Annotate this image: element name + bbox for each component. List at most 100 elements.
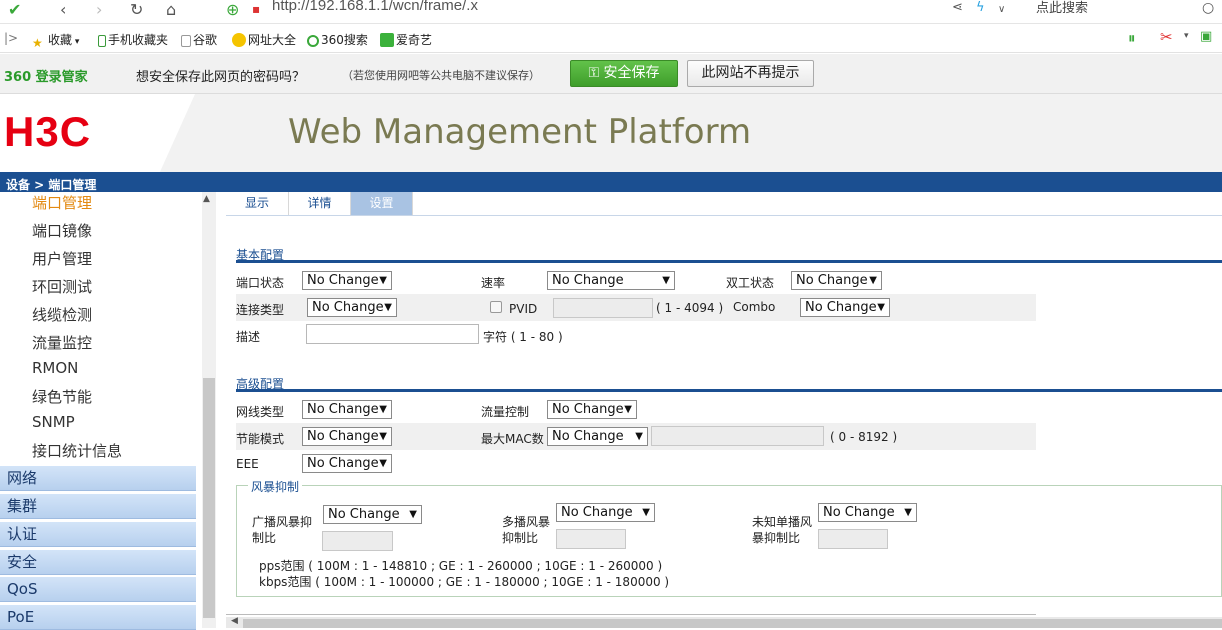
sidebar: 端口管理 端口镜像 用户管理 环回测试 线缆检测 流量监控 RMON 绿色节能 … — [0, 192, 218, 630]
description-label: 描述 — [236, 330, 261, 344]
link-type-select[interactable]: No Change ▼ — [307, 298, 397, 317]
scroll-left-icon[interactable]: ◀ — [231, 616, 238, 626]
sidebar-item-port-management[interactable]: 端口管理 — [32, 192, 92, 213]
address-bar: ✔ ‹ › ↻ ⌂ ⊕ ▪ http://192.168.1.1/wcn/fra… — [0, 0, 1222, 24]
sidebar-item-snmp[interactable]: SNMP — [32, 413, 75, 431]
page-title: Web Management Platform — [288, 112, 752, 152]
sidebar-item-security[interactable]: 安全 — [0, 549, 196, 575]
bookmark-favorites[interactable]: ★ 收藏 ▾ — [32, 31, 79, 50]
globe-icon — [232, 33, 246, 47]
pvid-input[interactable] — [553, 298, 653, 318]
breadcrumb-bar: 设备 > 端口管理 — [0, 172, 1222, 192]
h3c-logo: H3C — [4, 108, 92, 155]
combo-select[interactable]: No Change ▼ — [800, 298, 890, 317]
back-icon[interactable]: ‹ — [60, 0, 66, 19]
sidebar-item-user-management[interactable]: 用户管理 — [32, 248, 92, 269]
horizontal-scroll-thumb[interactable] — [243, 619, 1222, 628]
battery-icon[interactable]: ▣ — [1200, 29, 1212, 44]
flow-control-label: 流量控制 — [481, 405, 530, 419]
port-state-select[interactable]: No Change ▼ — [302, 271, 392, 290]
sidebar-item-rmon[interactable]: RMON — [32, 359, 78, 377]
url-field[interactable]: http://192.168.1.1/wcn/frame/.x — [272, 0, 478, 14]
duplex-select[interactable]: No Change ▼ — [791, 271, 882, 290]
sidebar-item-green-energy[interactable]: 绿色节能 — [32, 386, 92, 407]
sidebar-item-cable-test[interactable]: 线缆检测 — [32, 304, 92, 325]
unknown-unicast-label: 未知单播风 — [752, 515, 813, 529]
key-icon: ⚿ — [588, 65, 604, 81]
eee-select[interactable]: No Change ▼ — [302, 454, 392, 473]
home-icon[interactable]: ⌂ — [166, 0, 176, 19]
combo-label: Combo — [733, 300, 776, 314]
bookmark-360[interactable]: 360搜索 — [307, 31, 368, 48]
search-icon[interactable]: ○ — [1202, 0, 1214, 16]
sidebar-item-port-mirror[interactable]: 端口镜像 — [32, 220, 92, 241]
sidebar-scroll-thumb[interactable] — [203, 378, 215, 618]
sidebar-item-auth[interactable]: 认证 — [0, 521, 196, 547]
multicast-label: 多播风暴 — [502, 515, 551, 529]
bookmarks-bar: |> ★ 收藏 ▾ 手机收藏夹 谷歌 网址大全 360搜索 爱奇艺 ⏸ ✂ ▾ ▣ — [0, 25, 1222, 53]
content-bottom-divider — [226, 614, 1036, 615]
password-note: （若您使用网吧等公共电脑不建议保存） — [342, 69, 540, 82]
sidebar-item-interface-stats[interactable]: 接口统计信息 — [32, 440, 122, 461]
dropdown-arrow-icon: ▼ — [635, 431, 643, 442]
unknown-unicast-input[interactable] — [818, 529, 888, 549]
unknown-unicast-select[interactable]: No Change ▼ — [818, 503, 917, 522]
description-input[interactable] — [306, 324, 479, 344]
sidebar-item-network[interactable]: 网络 — [0, 465, 196, 491]
link-type-label: 连接类型 — [236, 303, 285, 317]
max-mac-label: 最大MAC数 — [481, 432, 544, 446]
kbps-range: kbps范围 ( 100M : 1 - 100000 ; GE : 1 - 18… — [259, 575, 670, 589]
dropdown-arrow-icon: ▼ — [379, 431, 387, 442]
eee-label: EEE — [236, 457, 259, 471]
dropdown-arrow-icon: ▼ — [642, 507, 650, 518]
sidebar-item-cluster[interactable]: 集群 — [0, 493, 196, 519]
forward-icon[interactable]: › — [96, 0, 102, 19]
multicast-select[interactable]: No Change ▼ — [556, 503, 655, 522]
sidebar-item-poe[interactable]: PoE — [0, 604, 196, 630]
max-mac-input[interactable] — [651, 426, 824, 446]
sidebar-item-qos[interactable]: QoS — [0, 576, 196, 602]
share-icon[interactable]: ⋖ — [952, 0, 963, 15]
mdi-label: 网线类型 — [236, 405, 285, 419]
speed-select[interactable]: No Change ▼ — [547, 271, 675, 290]
never-prompt-button[interactable]: 此网站不再提示 — [687, 60, 814, 87]
bookmark-iqiyi[interactable]: 爱奇艺 — [380, 31, 432, 48]
pps-range: pps范围 ( 100M : 1 - 148810 ; GE : 1 - 260… — [259, 559, 663, 573]
search-input[interactable]: 点此搜索 — [1036, 0, 1088, 16]
power-save-select[interactable]: No Change ▼ — [302, 427, 392, 446]
scroll-up-icon[interactable]: ▲ — [203, 194, 210, 204]
secure-icon: ⊕ — [226, 0, 240, 19]
mdi-select[interactable]: No Change ▼ — [302, 400, 392, 419]
sidebar-toggle-icon[interactable]: |> — [4, 31, 18, 45]
unknown-unicast-label-2: 暴抑制比 — [752, 531, 801, 545]
dropdown-arrow-icon: ▼ — [904, 507, 912, 518]
bookmark-mobile[interactable]: 手机收藏夹 — [98, 31, 168, 48]
chevron-down-icon[interactable]: ∨ — [998, 4, 1005, 15]
circle-icon — [307, 35, 319, 47]
tools-icon[interactable]: ✂ — [1160, 28, 1173, 46]
dropdown-arrow-icon: ▼ — [379, 458, 387, 469]
main-content: 显示 详情 设置 基本配置 端口状态 No Change ▼ 速率 No Chan… — [226, 192, 1222, 628]
broadcast-input[interactable] — [322, 531, 393, 551]
browser-logo-icon: ✔ — [8, 0, 22, 19]
description-range: 字符 ( 1 - 80 ) — [483, 330, 563, 344]
lightning-icon[interactable]: ϟ — [976, 0, 985, 15]
safe-save-button[interactable]: ⚿ 安全保存 — [570, 60, 678, 87]
bookmark-google[interactable]: 谷歌 — [181, 31, 217, 48]
tab-display[interactable]: 显示 — [226, 192, 289, 216]
broadcast-select[interactable]: No Change ▼ — [323, 505, 422, 524]
sidebar-item-loopback[interactable]: 环回测试 — [32, 276, 92, 297]
tab-settings[interactable]: 设置 — [351, 192, 413, 216]
refresh-icon[interactable]: ↻ — [130, 0, 143, 19]
broadcast-label-2: 制比 — [252, 531, 277, 545]
bookmark-hao[interactable]: 网址大全 — [232, 31, 296, 48]
max-mac-select[interactable]: No Change ▼ — [547, 427, 648, 446]
pvid-checkbox[interactable] — [490, 301, 502, 313]
power-save-label: 节能模式 — [236, 432, 285, 446]
sidebar-item-traffic-monitor[interactable]: 流量监控 — [32, 332, 92, 353]
multicast-input[interactable] — [556, 529, 626, 549]
pause-icon[interactable]: ⏸ — [1128, 29, 1136, 47]
flow-control-select[interactable]: No Change ▼ — [547, 400, 637, 419]
tab-details[interactable]: 详情 — [289, 192, 351, 216]
dropdown-icon[interactable]: ▾ — [1184, 31, 1189, 41]
